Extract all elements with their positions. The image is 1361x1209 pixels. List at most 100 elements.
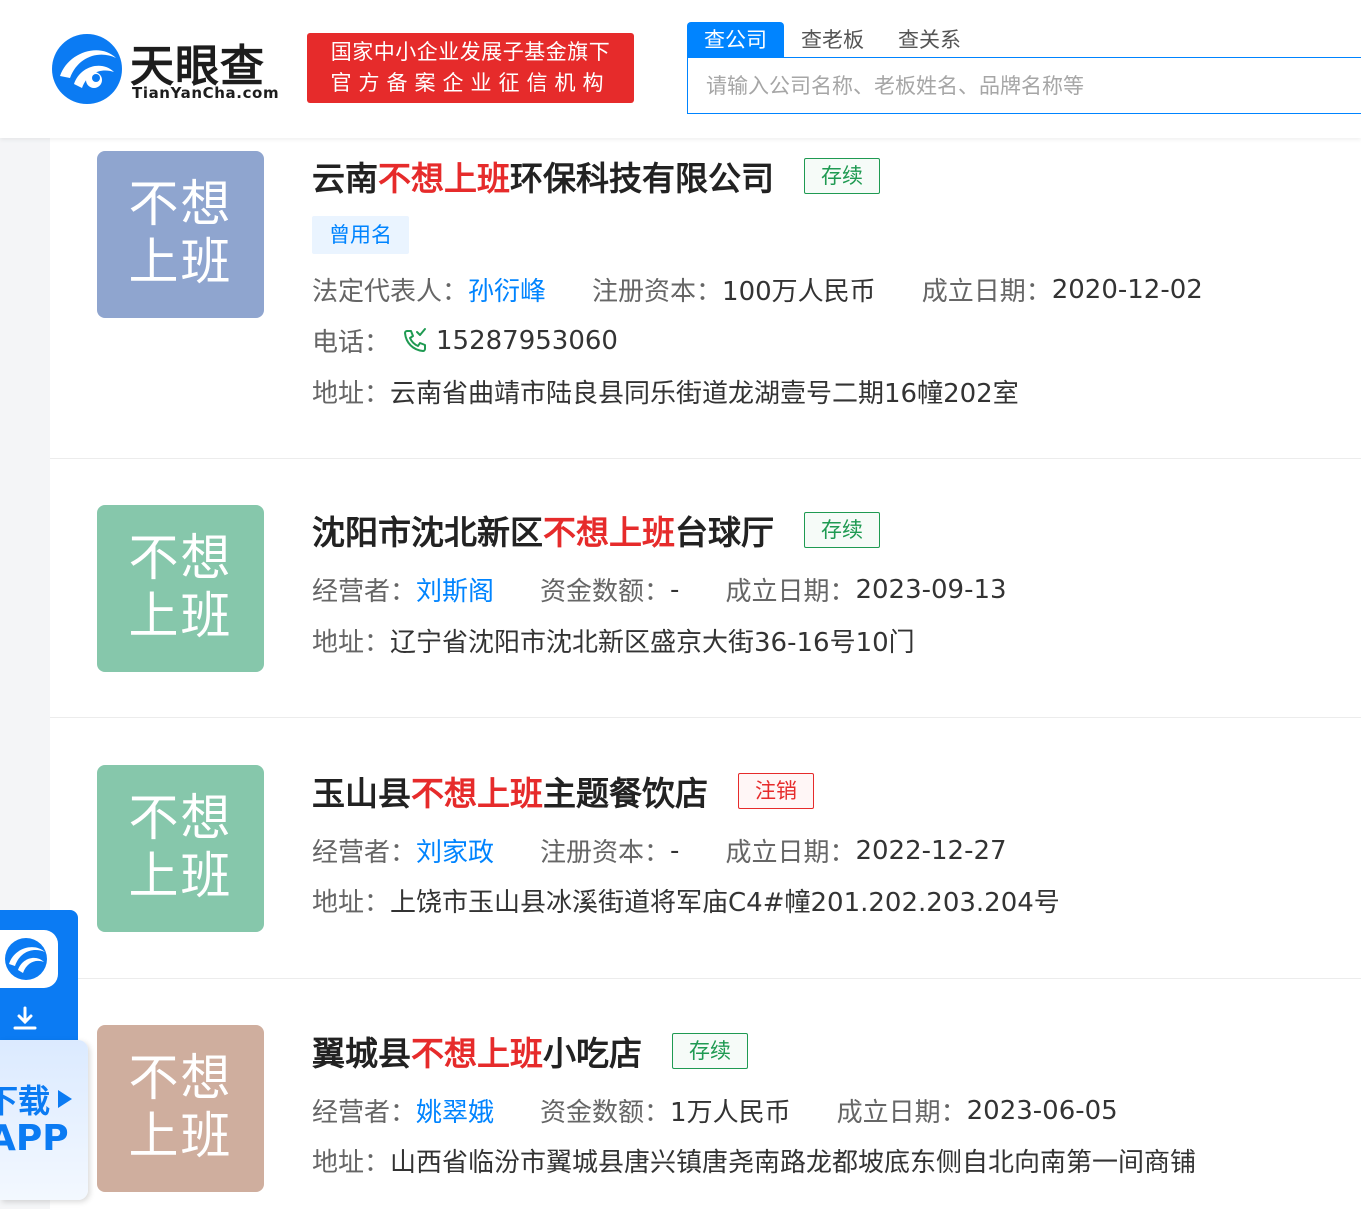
former-name-tag[interactable]: 曾用名 <box>312 216 409 254</box>
field-value: - <box>670 574 680 605</box>
phone-icon[interactable] <box>400 326 430 356</box>
avatar-text-line1: 不想 <box>128 175 233 233</box>
slogan-banner: 国家中小企业发展子基金旗下 官方备案企业征信机构 <box>307 33 634 103</box>
founded-date-field: 成立日期： 2020-12-02 <box>922 271 1203 308</box>
operator-field: 经营者： 刘斯阁 <box>312 571 494 608</box>
field-label: 注册资本： <box>592 277 723 307</box>
title-row: 翼城县不想上班小吃店 存续 <box>312 1027 748 1075</box>
company-avatar: 不想 上班 <box>97 505 264 672</box>
tab-boss[interactable]: 查老板 <box>784 22 881 58</box>
info-row: 经营者： 刘斯阁 资金数额： - 成立日期： 2023-09-13 <box>312 571 1053 608</box>
field-label: 成立日期： <box>836 1098 967 1128</box>
company-name-link[interactable]: 翼城县不想上班小吃店 <box>312 1027 642 1075</box>
name-part: 沈阳市沈北新区 <box>312 513 543 552</box>
status-badge: 存续 <box>672 1033 748 1069</box>
company-avatar: 不想 上班 <box>97 151 264 318</box>
avatar-text-line2: 上班 <box>128 1107 233 1165</box>
registered-capital-field: 注册资本： 100万人民币 <box>592 271 876 308</box>
operator-link[interactable]: 刘家政 <box>416 832 494 869</box>
field-label: 成立日期： <box>725 838 856 868</box>
field-value: 100万人民币 <box>722 277 876 307</box>
founded-date-field: 成立日期： 2023-09-13 <box>725 571 1006 608</box>
company-name-link[interactable]: 玉山县不想上班主题餐饮店 <box>312 767 708 815</box>
title-row: 云南不想上班环保科技有限公司 存续 <box>312 152 880 200</box>
search-tabs: 查公司 查老板 查关系 <box>687 22 978 58</box>
app-label: APP <box>0 1118 69 1159</box>
list-item[interactable]: 不想 上班 玉山县不想上班主题餐饮店 注销 经营者： 刘家政 注册资本： - 成立日… <box>50 718 1361 979</box>
name-part: 翼城县 <box>312 1034 411 1073</box>
field-label: 经营者： <box>312 838 417 868</box>
avatar-text-line1: 不想 <box>128 1049 233 1107</box>
founded-date-field: 成立日期： 2023-06-05 <box>837 1092 1118 1129</box>
name-keyword-highlight: 不想上班 <box>411 1034 543 1073</box>
list-item[interactable]: 不想 上班 翼城县不想上班小吃店 存续 经营者： 姚翠娥 资金数额： 1万人民币 成… <box>50 979 1361 1209</box>
name-keyword-highlight: 不想上班 <box>378 159 510 198</box>
field-value: 2022-12-27 <box>855 835 1007 866</box>
info-row: 经营者： 姚翠娥 资金数额： 1万人民币 成立日期： 2023-06-05 <box>312 1092 1164 1129</box>
status-badge: 注销 <box>738 773 814 809</box>
address-row: 地址： 上饶市玉山县冰溪街道将军庙C4#幢201.202.203.204号 <box>312 882 1060 919</box>
operator-field: 经营者： 刘家政 <box>312 832 494 869</box>
avatar-text-line2: 上班 <box>128 847 233 905</box>
info-row: 经营者： 刘家政 注册资本： - 成立日期： 2022-12-27 <box>312 832 1053 869</box>
name-part: 云南 <box>312 159 378 198</box>
field-label: 电话： <box>312 328 391 358</box>
app-logo-icon <box>0 930 58 988</box>
name-part: 小吃店 <box>543 1034 642 1073</box>
field-label: 经营者： <box>312 577 417 607</box>
app-download-banner[interactable]: 下载 APP <box>0 1040 88 1200</box>
legal-rep-field: 法定代表人： 孙衍峰 <box>312 271 546 308</box>
slogan-line2: 官方备案企业征信机构 <box>330 71 611 95</box>
phone-number[interactable]: 15287953060 <box>436 326 618 356</box>
field-label: 经营者： <box>312 1098 417 1128</box>
address-value: 辽宁省沈阳市沈北新区盛京大街36-16号10门 <box>390 628 915 658</box>
company-avatar: 不想 上班 <box>97 765 264 932</box>
name-keyword-highlight: 不想上班 <box>543 513 675 552</box>
company-name-link[interactable]: 沈阳市沈北新区不想上班台球厅 <box>312 506 774 554</box>
download-icon <box>13 1006 37 1030</box>
field-value: 1万人民币 <box>670 1098 791 1128</box>
address-value: 云南省曲靖市陆良县同乐街道龙湖壹号二期16幢202室 <box>390 379 1019 409</box>
address-row: 地址： 辽宁省沈阳市沈北新区盛京大街36-16号10门 <box>312 622 915 659</box>
tab-company[interactable]: 查公司 <box>687 22 784 58</box>
list-item[interactable]: 不想 上班 云南不想上班环保科技有限公司 存续 曾用名 法定代表人： 孙衍峰 注册… <box>50 138 1361 459</box>
company-name-link[interactable]: 云南不想上班环保科技有限公司 <box>312 152 774 200</box>
field-label: 成立日期： <box>725 577 856 607</box>
avatar-text-line1: 不想 <box>128 789 233 847</box>
operator-link[interactable]: 刘斯阁 <box>416 571 494 608</box>
registered-capital-field: 注册资本： - <box>540 832 679 869</box>
address-row: 地址： 山西省临汾市翼城县唐兴镇唐尧南路龙都坡底东侧自北向南第一间商铺 <box>312 1142 1196 1179</box>
list-item[interactable]: 不想 上班 沈阳市沈北新区不想上班台球厅 存续 经营者： 刘斯阁 资金数额： - 成… <box>50 459 1361 718</box>
operator-link[interactable]: 姚翠娥 <box>416 1092 494 1129</box>
status-badge: 存续 <box>804 512 880 548</box>
app-download-float[interactable]: 下载 APP <box>0 910 88 1200</box>
search-box: 查公司 查老板 查关系 <box>687 22 1361 114</box>
capital-amount-field: 资金数额： - <box>540 571 679 608</box>
info-row: 法定代表人： 孙衍峰 注册资本： 100万人民币 成立日期： 2020-12-02 <box>312 271 1249 308</box>
field-label: 地址： <box>312 1148 391 1178</box>
logo-domain: TianYanCha.com <box>132 84 280 102</box>
name-part: 环保科技有限公司 <box>510 159 774 198</box>
tianyancha-logo-icon <box>52 34 122 104</box>
avatar-text-line2: 上班 <box>128 587 233 645</box>
field-value: 2023-09-13 <box>855 574 1007 605</box>
tianyancha-logo[interactable]: 天眼查 TianYanCha.com <box>50 32 290 108</box>
address-value: 山西省临汾市翼城县唐兴镇唐尧南路龙都坡底东侧自北向南第一间商铺 <box>390 1148 1197 1178</box>
phone-row: 电话： 15287953060 <box>312 322 618 359</box>
status-badge: 存续 <box>804 158 880 194</box>
field-label: 地址： <box>312 379 391 409</box>
capital-amount-field: 资金数额： 1万人民币 <box>540 1092 791 1129</box>
tab-relation[interactable]: 查关系 <box>881 22 978 58</box>
field-label: 注册资本： <box>540 838 671 868</box>
field-value: - <box>670 835 680 866</box>
name-part: 主题餐饮店 <box>543 774 708 813</box>
legal-rep-link[interactable]: 孙衍峰 <box>468 271 546 308</box>
address-value: 上饶市玉山县冰溪街道将军庙C4#幢201.202.203.204号 <box>390 888 1060 918</box>
app-qr-panel[interactable] <box>0 910 78 1040</box>
field-value: 2023-06-05 <box>966 1095 1118 1126</box>
search-input[interactable] <box>687 57 1361 114</box>
app-logo-mark <box>5 938 47 980</box>
avatar-text-line2: 上班 <box>128 233 233 291</box>
result-list: 不想 上班 云南不想上班环保科技有限公司 存续 曾用名 法定代表人： 孙衍峰 注册… <box>50 138 1361 1209</box>
top-header: 天眼查 TianYanCha.com 国家中小企业发展子基金旗下 官方备案企业征… <box>0 0 1361 138</box>
